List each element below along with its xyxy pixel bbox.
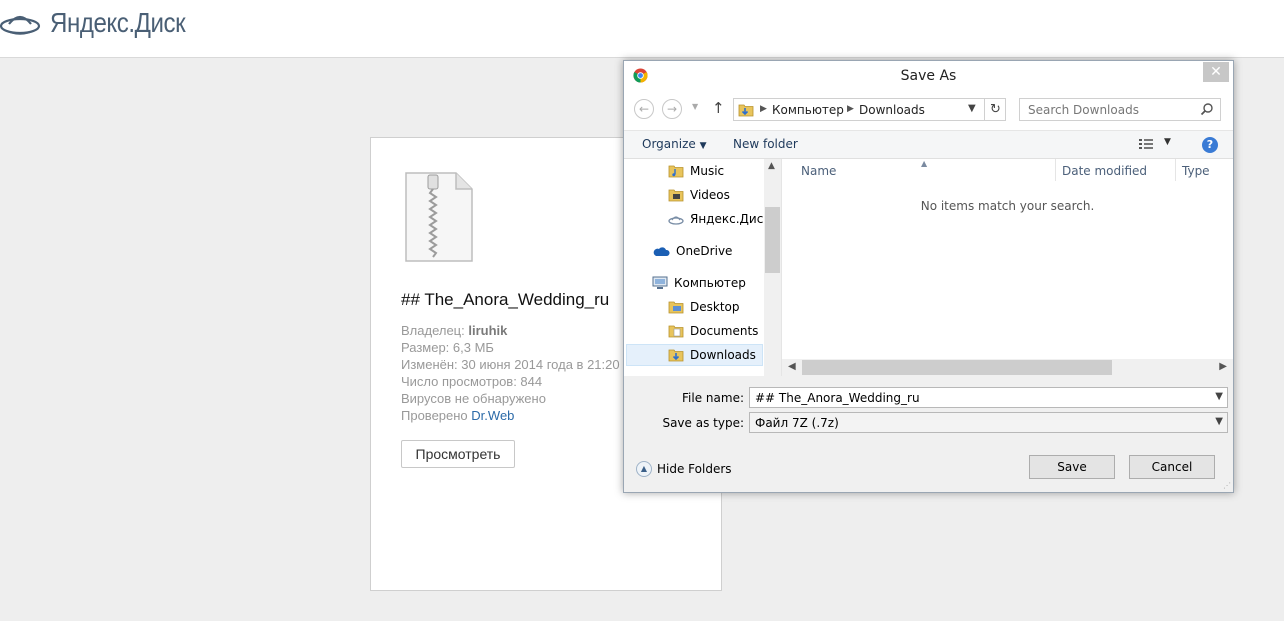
scrollbar-thumb[interactable] <box>765 207 780 273</box>
computer-icon <box>652 276 668 289</box>
search-input[interactable]: Search Downloads <box>1019 98 1221 121</box>
column-header-date-modified[interactable]: Date modified <box>1062 164 1147 178</box>
sort-ascending-icon: ▲ <box>921 159 928 168</box>
dialog-title: Save As <box>900 68 957 84</box>
tree-item-downloads[interactable]: Downloads <box>626 344 763 366</box>
file-name-label: File name: <box>682 391 744 405</box>
tree-item-music[interactable]: Music <box>668 160 724 182</box>
hide-folders-button[interactable]: ▲ Hide Folders <box>636 461 732 477</box>
column-header-type[interactable]: Type <box>1182 164 1210 178</box>
save-as-type-select[interactable]: Файл 7Z (.7z) ▼ <box>749 412 1228 433</box>
logo-text: Яндекс.Диск <box>50 7 186 38</box>
file-list: ▲ Name Date modified Type No items match… <box>782 159 1233 376</box>
chevron-down-icon[interactable]: ▼ <box>1215 391 1223 402</box>
music-folder-icon <box>668 165 684 178</box>
yandex-disk-logo[interactable]: Яндекс.Диск <box>0 6 207 40</box>
tree-item-documents[interactable]: Documents <box>668 320 758 342</box>
file-list-hscrollbar[interactable]: ◀ ▶ <box>782 359 1233 376</box>
command-toolbar: Organize ▼ New folder ▼ ? <box>624 130 1233 159</box>
back-button[interactable]: ← <box>634 99 654 119</box>
navigation-bar: ← → ▼ ↑ ▶ Компьютер ▶ Downloads ▼ ↻ Sear… <box>624 90 1233 130</box>
tree-item-desktop[interactable]: Desktop <box>668 296 740 318</box>
help-button[interactable]: ? <box>1202 137 1218 153</box>
address-dropdown-icon[interactable]: ▼ <box>968 103 976 114</box>
scroll-right-icon[interactable]: ▶ <box>1219 361 1227 372</box>
search-placeholder: Search Downloads <box>1028 103 1139 117</box>
search-icon <box>1200 103 1213 116</box>
dialog-titlebar[interactable]: Save As ✕ <box>624 61 1233 90</box>
breadcrumb-downloads[interactable]: Downloads <box>859 103 925 117</box>
view-dropdown-icon[interactable]: ▼ <box>1164 137 1171 147</box>
file-name: ## The_Anora_Wedding_ru <box>401 290 610 309</box>
refresh-icon: ↻ <box>990 102 1001 117</box>
save-as-dialog: Save As ✕ ← → ▼ ↑ ▶ Компьютер ▶ Download… <box>623 60 1234 493</box>
onedrive-icon <box>653 247 670 256</box>
scrollbar-thumb[interactable] <box>802 360 1112 375</box>
downloads-folder-icon <box>738 104 754 117</box>
tree-item-onedrive[interactable]: OneDrive <box>652 240 732 262</box>
address-bar[interactable]: ▶ Компьютер ▶ Downloads ▼ ↻ <box>733 98 1006 121</box>
column-separator[interactable] <box>1175 159 1176 181</box>
dialog-content: Music Videos Яндекс.Диск OneDrive Компью… <box>624 159 1233 376</box>
recent-locations-dropdown[interactable]: ▼ <box>692 102 698 111</box>
desktop-folder-icon <box>668 301 684 314</box>
breadcrumb-separator-icon: ▶ <box>847 104 854 114</box>
cancel-button[interactable]: Cancel <box>1129 455 1215 479</box>
view-options-icon[interactable] <box>1138 138 1154 150</box>
tree-item-videos[interactable]: Videos <box>668 184 730 206</box>
view-button[interactable]: Просмотреть <box>401 440 515 468</box>
arrow-left-icon: ← <box>638 102 650 116</box>
chevron-up-icon: ▲ <box>636 461 652 477</box>
file-meta: Владелец: liruhik Размер: 6,3 МБ Изменён… <box>401 322 620 424</box>
close-button[interactable]: ✕ <box>1203 62 1229 82</box>
checked-line: Проверено Dr.Web <box>401 408 515 423</box>
up-button[interactable]: ↑ <box>712 99 725 117</box>
drweb-link[interactable]: Dr.Web <box>471 408 514 423</box>
save-button[interactable]: Save <box>1029 455 1115 479</box>
tree-item-computer[interactable]: Компьютер <box>652 272 746 294</box>
refresh-button[interactable]: ↻ <box>984 99 1006 120</box>
resize-grip-icon[interactable]: ⋰ <box>1223 481 1231 490</box>
breadcrumb-separator-icon: ▶ <box>760 104 767 114</box>
organize-menu[interactable]: Organize ▼ <box>642 137 707 151</box>
owner-name[interactable]: liruhik <box>468 323 507 338</box>
forward-button[interactable]: → <box>662 99 682 119</box>
arrow-right-icon: → <box>666 102 678 116</box>
owner-line: Владелец: liruhik <box>401 323 508 338</box>
column-header-name[interactable]: Name <box>801 164 836 178</box>
yandex-disk-icon <box>668 216 684 225</box>
scroll-left-icon[interactable]: ◀ <box>788 361 796 372</box>
navigation-pane: Music Videos Яндекс.Диск OneDrive Компью… <box>624 159 781 376</box>
videos-folder-icon <box>668 189 684 202</box>
zip-file-icon <box>405 172 473 262</box>
new-folder-button[interactable]: New folder <box>733 137 798 151</box>
tree-item-yandex-disk[interactable]: Яндекс.Диск <box>668 208 771 230</box>
modified-line: Изменён: 30 июня 2014 года в 21:20 <box>401 357 620 372</box>
file-name-input[interactable]: ## The_Anora_Wedding_ru ▼ <box>749 387 1228 408</box>
breadcrumb-computer[interactable]: Компьютер <box>772 103 844 117</box>
views-line: Число просмотров: 844 <box>401 374 543 389</box>
column-separator[interactable] <box>1055 159 1056 181</box>
arrow-up-icon: ↑ <box>712 99 725 117</box>
downloads-folder-icon <box>668 349 684 362</box>
chevron-down-icon[interactable]: ▼ <box>1215 416 1223 427</box>
documents-folder-icon <box>668 325 684 338</box>
size-line: Размер: 6,3 МБ <box>401 340 494 355</box>
save-as-type-value: Файл 7Z (.7z) <box>755 416 839 430</box>
ufo-logo-icon <box>0 15 41 35</box>
virus-line: Вирусов не обнаружено <box>401 391 546 406</box>
empty-message: No items match your search. <box>920 199 1095 213</box>
chevron-down-icon: ▼ <box>699 141 707 151</box>
file-name-value: ## The_Anora_Wedding_ru <box>755 391 920 405</box>
save-as-type-label: Save as type: <box>662 416 744 430</box>
navigation-pane-scrollbar[interactable]: ▲ <box>764 159 781 376</box>
scroll-up-icon[interactable]: ▲ <box>768 161 775 171</box>
top-bar: Яндекс.Диск <box>0 0 1284 58</box>
